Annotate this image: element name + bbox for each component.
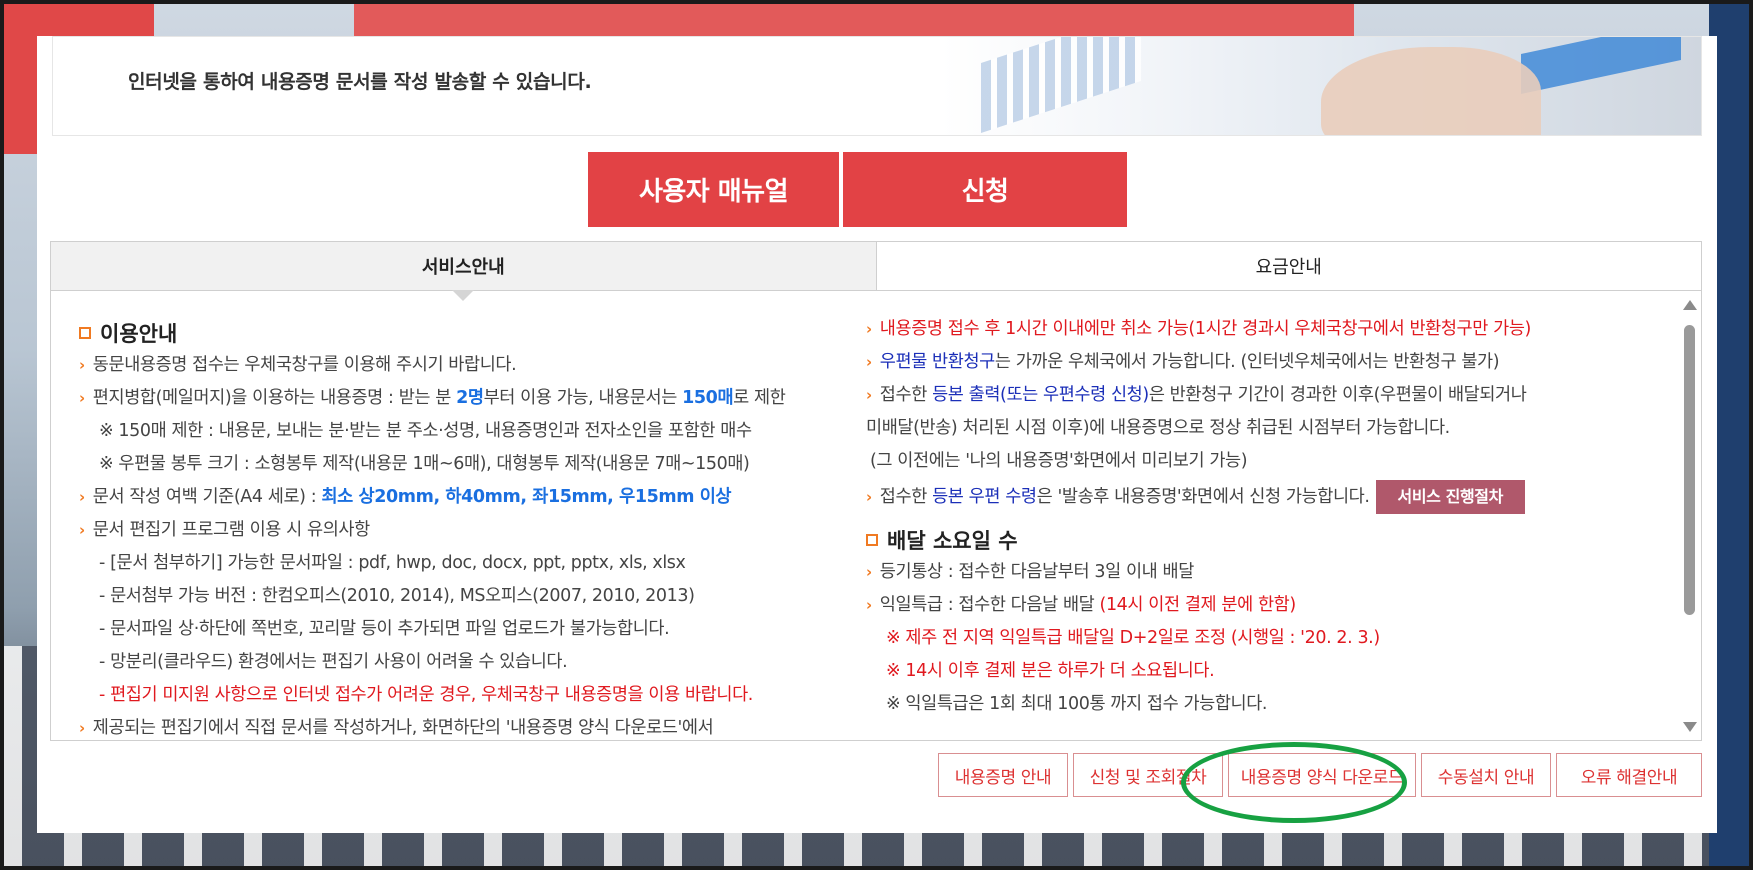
error-solution-button[interactable]: 오류 해결안내	[1556, 753, 1702, 797]
list-item: › 내용증명 접수 후 1시간 이내에만 취소 가능(1시간 경과시 우체국창구에…	[866, 319, 1531, 339]
scroll-down-arrow-icon[interactable]	[1683, 722, 1697, 732]
list-item: › 익일특급 : 접수한 다음날 배달 (14시 이전 결제 분에 한함)	[866, 595, 1296, 615]
chevron-right-icon: ›	[79, 521, 85, 539]
section-title-delivery: 배달 소요일 수	[866, 524, 1646, 556]
list-note: (그 이전에는 '나의 내용증명'화면에서 미리보기 가능)	[870, 451, 1248, 471]
list-item: › 문서 편집기 프로그램 이용 시 유의사항	[79, 520, 370, 540]
list-note: 미배달(반송) 처리된 시점 이후)에 내용증명으로 정상 취급된 시점부터 가…	[866, 418, 1450, 438]
intro-banner: 인터넷을 통하여 내용증명 문서를 작성 발송할 수 있습니다.	[52, 36, 1702, 136]
tab-service-info[interactable]: 서비스안내	[51, 242, 877, 301]
chevron-right-icon: ›	[866, 386, 872, 404]
banner-text: 인터넷을 통하여 내용증명 문서를 작성 발송할 수 있습니다.	[128, 71, 592, 93]
list-item: › 제공되는 편집기에서 직접 문서를 작성하거나, 화면하단의 '내용증명 양식…	[79, 718, 714, 738]
highlight-circle	[1181, 742, 1407, 823]
list-note: ※ 익일특급은 1회 최대 100통 까지 접수 가능합니다.	[886, 694, 1268, 714]
list-item: › 문서 작성 여백 기준(A4 세로) : 최소 상20mm, 하40mm, 좌…	[79, 487, 732, 507]
chevron-right-icon: ›	[866, 320, 872, 338]
chevron-right-icon: ›	[866, 353, 872, 371]
chevron-right-icon: ›	[866, 488, 872, 506]
list-note-warning: ※ 14시 이후 결제 분은 하루가 더 소요됩니다.	[886, 661, 1215, 681]
list-note: ※ 우편물 봉투 크기 : 소형봉투 제작(내용문 1매~6매), 대형봉투 제…	[99, 454, 750, 474]
service-process-button[interactable]: 서비스 진행절차	[1375, 480, 1525, 514]
certified-mail-guide-button[interactable]: 내용증명 안내	[938, 753, 1068, 797]
tab-fee-info[interactable]: 요금안내	[877, 242, 1702, 290]
list-item: › 우편물 반환청구는 가까운 우체국에서 가능합니다. (인터넷우체국에서는 반…	[866, 352, 1500, 372]
list-note: - 문서첨부 가능 버전 : 한컴오피스(2010, 2014), MS오피스(…	[99, 586, 695, 606]
square-bullet-icon	[79, 327, 91, 339]
manual-install-button[interactable]: 수동설치 안내	[1421, 753, 1551, 797]
tab-bar: 서비스안내 요금안내	[50, 241, 1702, 301]
chevron-right-icon: ›	[866, 563, 872, 581]
chevron-right-icon: ›	[866, 596, 872, 614]
section-title-usage: 이용안내	[79, 317, 869, 349]
banner-chart-decoration	[981, 37, 1141, 133]
scroll-up-arrow-icon[interactable]	[1683, 300, 1697, 310]
list-item: › 접수한 등본 우편 수령은 '발송후 내용증명'화면에서 신청 가능합니다. 서…	[866, 478, 1646, 516]
list-item: › 동문내용증명 접수는 우체국창구를 이용해 주시기 바랍니다.	[79, 355, 517, 375]
chevron-right-icon: ›	[79, 356, 85, 374]
list-note: - [문서 첨부하기] 가능한 문서파일 : pdf, hwp, doc, do…	[99, 553, 686, 573]
list-note-warning: - 편집기 미지원 사항으로 인터넷 접수가 어려운 경우, 우체국창구 내용증…	[99, 685, 753, 705]
banner-photo	[941, 37, 1701, 135]
chevron-right-icon: ›	[79, 488, 85, 506]
apply-button[interactable]: 신청	[843, 152, 1127, 227]
list-item: › 접수한 등본 출력(또는 우편수령 신청)은 반환청구 기간이 경과한 이후(…	[866, 385, 1527, 405]
chevron-right-icon: ›	[79, 719, 85, 737]
left-column: 이용안내 › 동문내용증명 접수는 우체국창구를 이용해 주시기 바랍니다. › 편…	[79, 317, 869, 740]
list-note: - 문서파일 상·하단에 쪽번호, 꼬리말 등이 추가되면 파일 업로드가 불가…	[99, 619, 670, 639]
list-note: ※ 150매 제한 : 내용문, 보내는 분·받는 분 주소·성명, 내용증명인…	[99, 421, 752, 441]
chevron-right-icon: ›	[79, 389, 85, 407]
list-note: - 망분리(클라우드) 환경에서는 편집기 사용이 어려울 수 있습니다.	[99, 652, 568, 672]
list-item: › 편지병합(메일머지)을 이용하는 내용증명 : 받는 분 2명부터 이용 가능…	[79, 388, 786, 408]
content-scrollbar[interactable]	[1679, 291, 1701, 740]
banner-hand-decoration	[1321, 47, 1541, 135]
scrollbar-thumb[interactable]	[1684, 325, 1695, 615]
banner-chart-decoration-2	[1521, 37, 1681, 95]
user-manual-button[interactable]: 사용자 매뉴얼	[588, 152, 839, 227]
square-bullet-icon	[866, 534, 878, 546]
tab-content: 이용안내 › 동문내용증명 접수는 우체국창구를 이용해 주시기 바랍니다. › 편…	[50, 291, 1702, 741]
right-column: › 내용증명 접수 후 1시간 이내에만 취소 가능(1시간 경과시 우체국창구에…	[866, 313, 1646, 721]
main-panel: 인터넷을 통하여 내용증명 문서를 작성 발송할 수 있습니다. 사용자 매뉴얼…	[37, 36, 1717, 833]
list-note-warning: ※ 제주 전 지역 익일특급 배달일 D+2일로 조정 (시행일 : '20. …	[886, 628, 1380, 648]
list-item: › 등기통상 : 접수한 다음날부터 3일 이내 배달	[866, 562, 1194, 582]
